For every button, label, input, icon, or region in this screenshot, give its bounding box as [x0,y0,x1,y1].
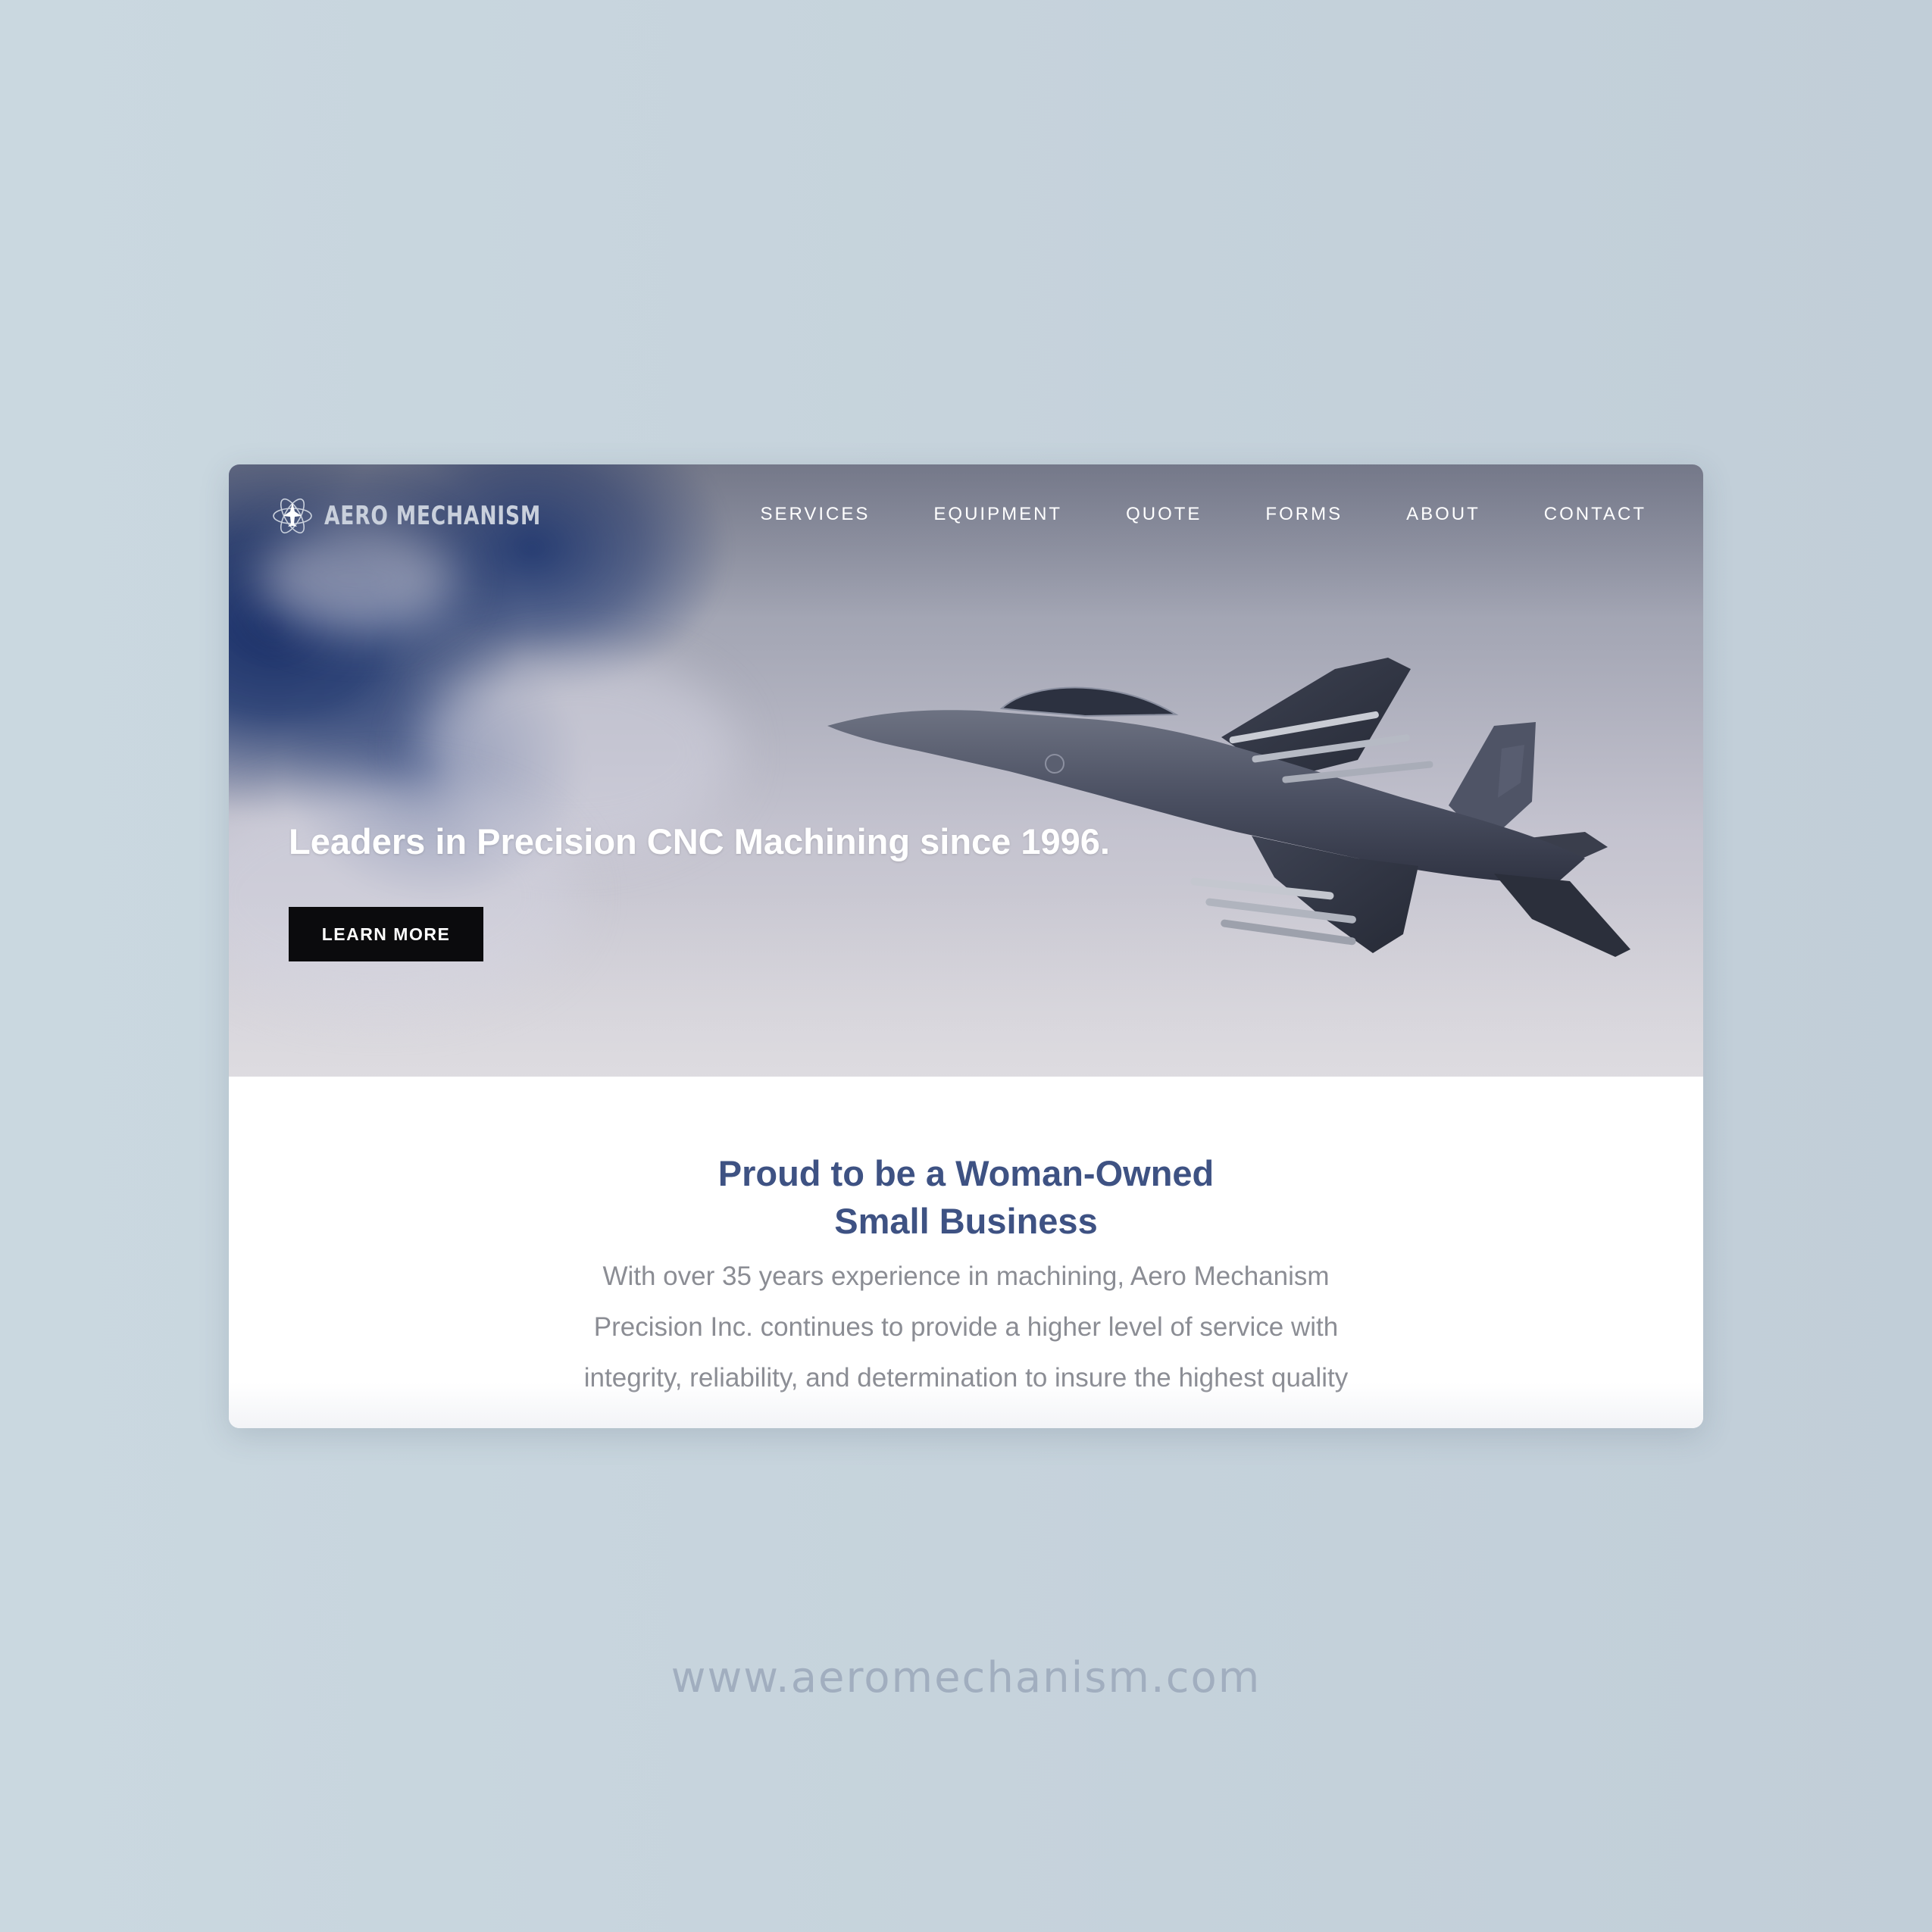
brand-name: AERO MECHANISM [324,501,542,531]
website-url: www.aeromechanism.com [671,1653,1261,1702]
intro-heading: Proud to be a Woman-Owned Small Business [229,1149,1703,1245]
website-screenshot-card: AERO MECHANISM SERVICES EQUIPMENT QUOTE … [229,464,1703,1428]
atom-jet-icon [271,495,314,537]
hero-title: Leaders in Precision CNC Machining since… [289,821,1110,861]
nav-item-forms[interactable]: FORMS [1265,504,1343,525]
main-nav: SERVICES EQUIPMENT QUOTE FORMS ABOUT CON… [696,504,1646,525]
nav-item-quote[interactable]: QUOTE [1126,504,1202,525]
intro-heading-line: Small Business [834,1201,1098,1241]
intro-body: With over 35 years experience in machini… [229,1251,1703,1403]
intro-section: Proud to be a Woman-Owned Small Business… [229,1077,1703,1428]
intro-body-line: Precision Inc. continues to provide a hi… [593,1312,1339,1342]
nav-item-contact[interactable]: CONTACT [1544,504,1646,525]
scroll-fade [229,1383,1703,1428]
brand-logo[interactable]: AERO MECHANISM [271,495,602,537]
learn-more-button[interactable]: LEARN MORE [289,907,483,961]
nav-item-about[interactable]: ABOUT [1406,504,1480,525]
nav-item-equipment[interactable]: EQUIPMENT [933,504,1062,525]
hero-section: AERO MECHANISM SERVICES EQUIPMENT QUOTE … [229,464,1703,1077]
intro-heading-line: Proud to be a Woman-Owned [717,1153,1215,1193]
nav-item-services[interactable]: SERVICES [760,504,870,525]
intro-body-line: With over 35 years experience in machini… [602,1261,1330,1291]
fighter-jet-image [827,616,1703,1014]
